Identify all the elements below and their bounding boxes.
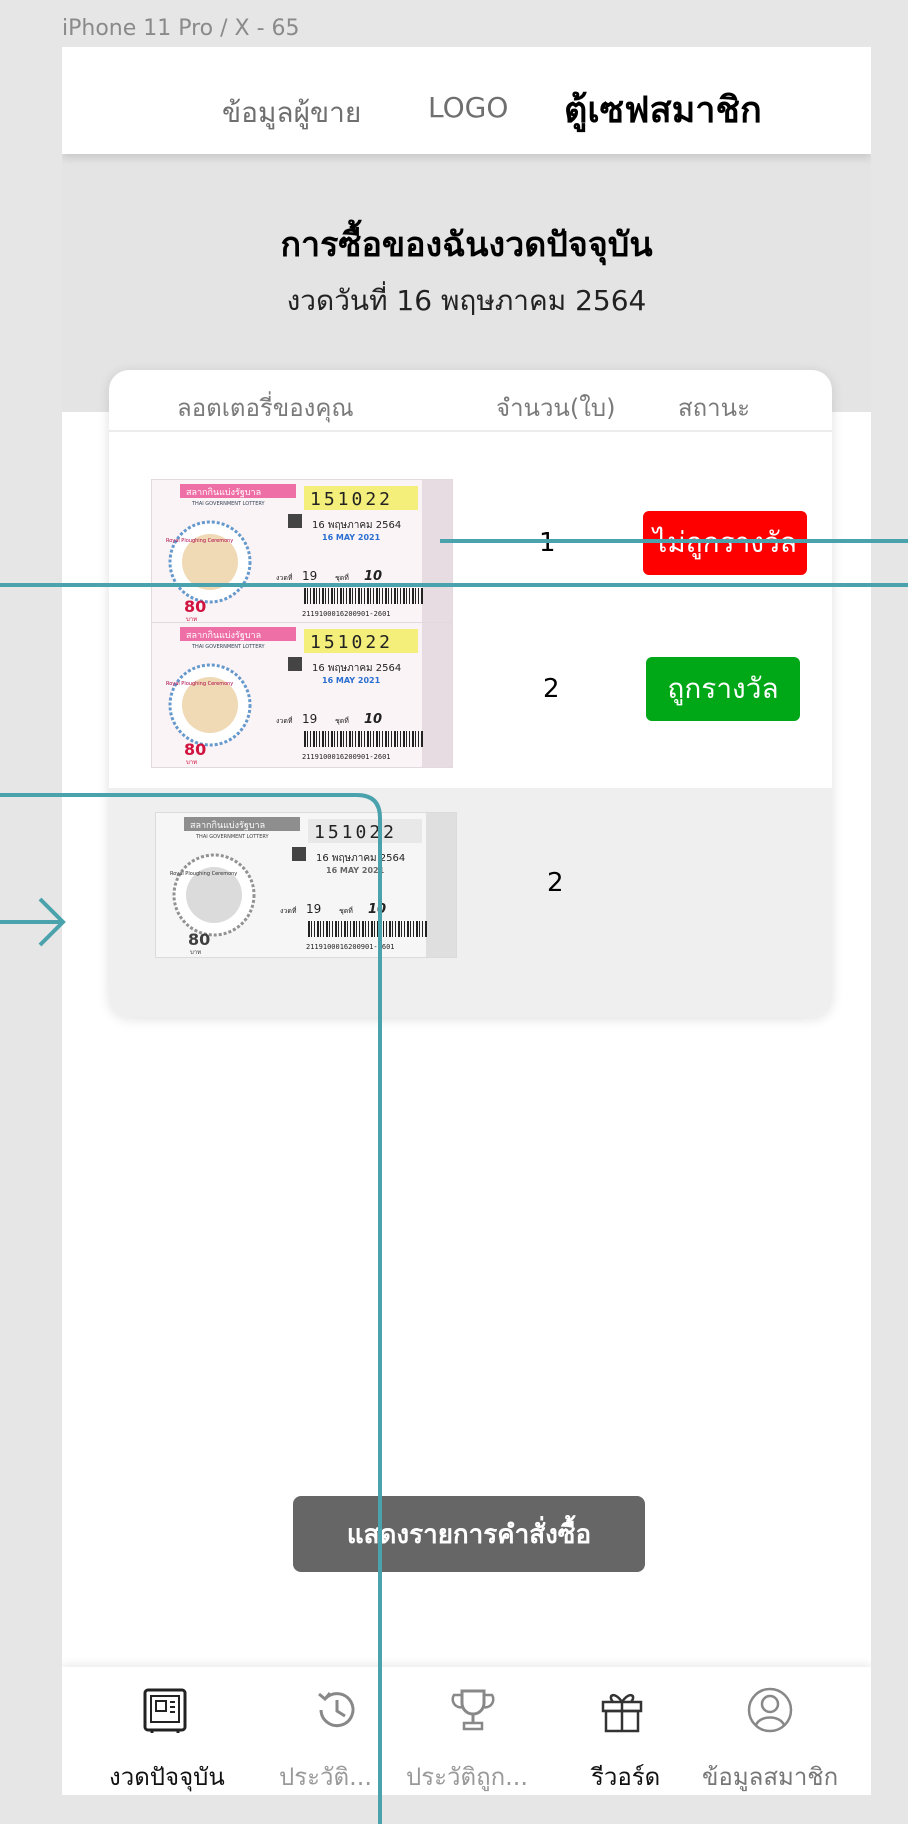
- nav-label: ข้อมูลสมาชิก: [702, 1763, 839, 1791]
- status-badge: ไม่ถูกรางวัล: [643, 511, 807, 575]
- ticket-set-label: ชุดที่: [339, 906, 353, 915]
- phone-screen: ข้อมูลผู้ขาย LOGO ตู้เซฟสมาชิก การซื้อขอ…: [62, 47, 871, 1795]
- ticket-set-label: ชุดที่: [335, 573, 349, 582]
- nav-label: งวดปัจจุบัน: [109, 1763, 225, 1791]
- ticket-draw-no: 19: [302, 712, 317, 726]
- status-badge: ถูกรางวัล: [646, 657, 800, 721]
- ticket-header-en: THAI GOVERNMENT LOTTERY: [195, 834, 270, 840]
- column-header-status: สถานะ: [678, 394, 750, 422]
- nav-item-rewards[interactable]: รีวอร์ด: [562, 1667, 682, 1795]
- ticket-caption: Royal Ploughing Ceremony: [166, 538, 233, 544]
- ticket-draw-label: งวดที่: [276, 716, 293, 725]
- ticket-draw-label: งวดที่: [276, 573, 293, 582]
- ticket-draw-no: 19: [302, 569, 317, 583]
- ticket-number: 151022: [310, 489, 393, 510]
- ticket-barcode-number: 2119100016200901-2601: [306, 943, 395, 951]
- ticket-header-th: สลากกินแบ่งรัฐบาล: [186, 487, 261, 498]
- ticket-caption: Royal Ploughing Ceremony: [166, 681, 233, 687]
- top-header: ข้อมูลผู้ขาย LOGO ตู้เซฟสมาชิก: [62, 47, 871, 154]
- ticket-set-no: 10: [364, 712, 382, 727]
- show-orders-button[interactable]: แสดงรายการคำสั่งซื้อ: [293, 1496, 645, 1572]
- ticket-date-en: 16 MAY 2021: [322, 533, 381, 542]
- ticket-draw-label: งวดที่: [280, 906, 297, 915]
- ticket-header-en: THAI GOVERNMENT LOTTERY: [191, 644, 266, 650]
- ticket-date-en: 16 MAY 2021: [326, 866, 385, 875]
- ticket-date-th: 16 พฤษภาคม 2564: [312, 663, 401, 674]
- draw-date: งวดวันที่ 16 พฤษภาคม 2564: [286, 284, 647, 317]
- logo[interactable]: LOGO: [428, 91, 508, 124]
- ticket-number: 151022: [310, 632, 393, 653]
- lottery-ticket-image: สลากกินแบ่งรัฐบาล THAI GOVERNMENT LOTTERY…: [155, 812, 457, 958]
- table-row[interactable]: สลากกินแบ่งรัฐบาล THAI GOVERNMENT LOTTERY…: [109, 434, 832, 625]
- nav-item-history[interactable]: ประวัติ...: [262, 1667, 392, 1795]
- seller-info-link[interactable]: ข้อมูลผู้ขาย: [222, 91, 361, 135]
- lottery-ticket-image: สลากกินแบ่งรัฐบาล THAI GOVERNMENT LOTTERY…: [151, 479, 453, 625]
- frame-label: iPhone 11 Pro / X - 65: [62, 16, 300, 41]
- ticket-caption: Royal Ploughing Ceremony: [170, 871, 237, 877]
- ticket-header-en: THAI GOVERNMENT LOTTERY: [191, 501, 266, 507]
- user-icon: [747, 1687, 793, 1733]
- safe-icon: [143, 1688, 187, 1733]
- nav-label: ประวัติ...: [279, 1763, 372, 1791]
- ticket-draw-no: 19: [306, 902, 321, 916]
- ticket-set-no: 10: [364, 569, 382, 584]
- ticket-barcode-number: 2119100016200901-2601: [302, 753, 391, 761]
- column-header-lottery: ลอตเตอรี่ของคุณ: [177, 394, 354, 422]
- ticket-number: 151022: [314, 822, 397, 843]
- ticket-date-th: 16 พฤษภาคม 2564: [312, 520, 401, 531]
- ticket-price-unit: บาท: [186, 759, 197, 766]
- gift-icon: [601, 1694, 643, 1733]
- page-title: การซื้อของฉันงวดปัจจุบัน: [280, 225, 653, 265]
- history-icon: [318, 1692, 355, 1728]
- bottom-nav: งวดปัจจุบัน ประวัติ... ประวัติถูก... รีว…: [62, 1667, 871, 1795]
- ticket-price-unit: บาท: [190, 949, 201, 956]
- nav-item-member-info[interactable]: ข้อมูลสมาชิก: [682, 1667, 871, 1795]
- prototype-arrow-icon: [38, 897, 66, 947]
- column-header-quantity: จำนวน(ใบ): [496, 394, 616, 422]
- nav-label: รีวอร์ด: [591, 1763, 661, 1791]
- ticket-date-en: 16 MAY 2021: [322, 676, 381, 685]
- table-row[interactable]: สลากกินแบ่งรัฐบาล THAI GOVERNMENT LOTTERY…: [109, 610, 832, 788]
- lottery-ticket-image: สลากกินแบ่งรัฐบาล THAI GOVERNMENT LOTTERY…: [151, 622, 453, 768]
- ticket-header-th: สลากกินแบ่งรัฐบาล: [190, 820, 265, 831]
- table-row[interactable]: สลากกินแบ่งรัฐบาล THAI GOVERNMENT LOTTERY…: [109, 788, 832, 1017]
- ticket-price: 80: [184, 740, 206, 759]
- table-header: ลอตเตอรี่ของคุณ จำนวน(ใบ) สถานะ: [109, 370, 832, 432]
- ticket-set-label: ชุดที่: [335, 716, 349, 725]
- member-safe-title[interactable]: ตู้เซฟสมาชิก: [564, 81, 762, 138]
- ticket-price: 80: [188, 930, 210, 949]
- quantity-value: 2: [547, 868, 564, 898]
- quantity-value: 2: [543, 674, 560, 704]
- nav-label: ประวัติถูก...: [406, 1763, 529, 1791]
- ticket-date-th: 16 พฤษภาคม 2564: [316, 853, 405, 864]
- ticket-set-no: 10: [368, 902, 386, 917]
- ticket-header-th: สลากกินแบ่งรัฐบาล: [186, 630, 261, 641]
- purchases-table: ลอตเตอรี่ของคุณ จำนวน(ใบ) สถานะ สลากกินแ…: [109, 370, 832, 1017]
- quantity-value: 1: [539, 528, 556, 558]
- nav-item-win-history[interactable]: ประวัติถูก...: [392, 1667, 562, 1795]
- trophy-icon: [451, 1689, 495, 1731]
- nav-item-current-draw[interactable]: งวดปัจจุบัน: [62, 1667, 262, 1795]
